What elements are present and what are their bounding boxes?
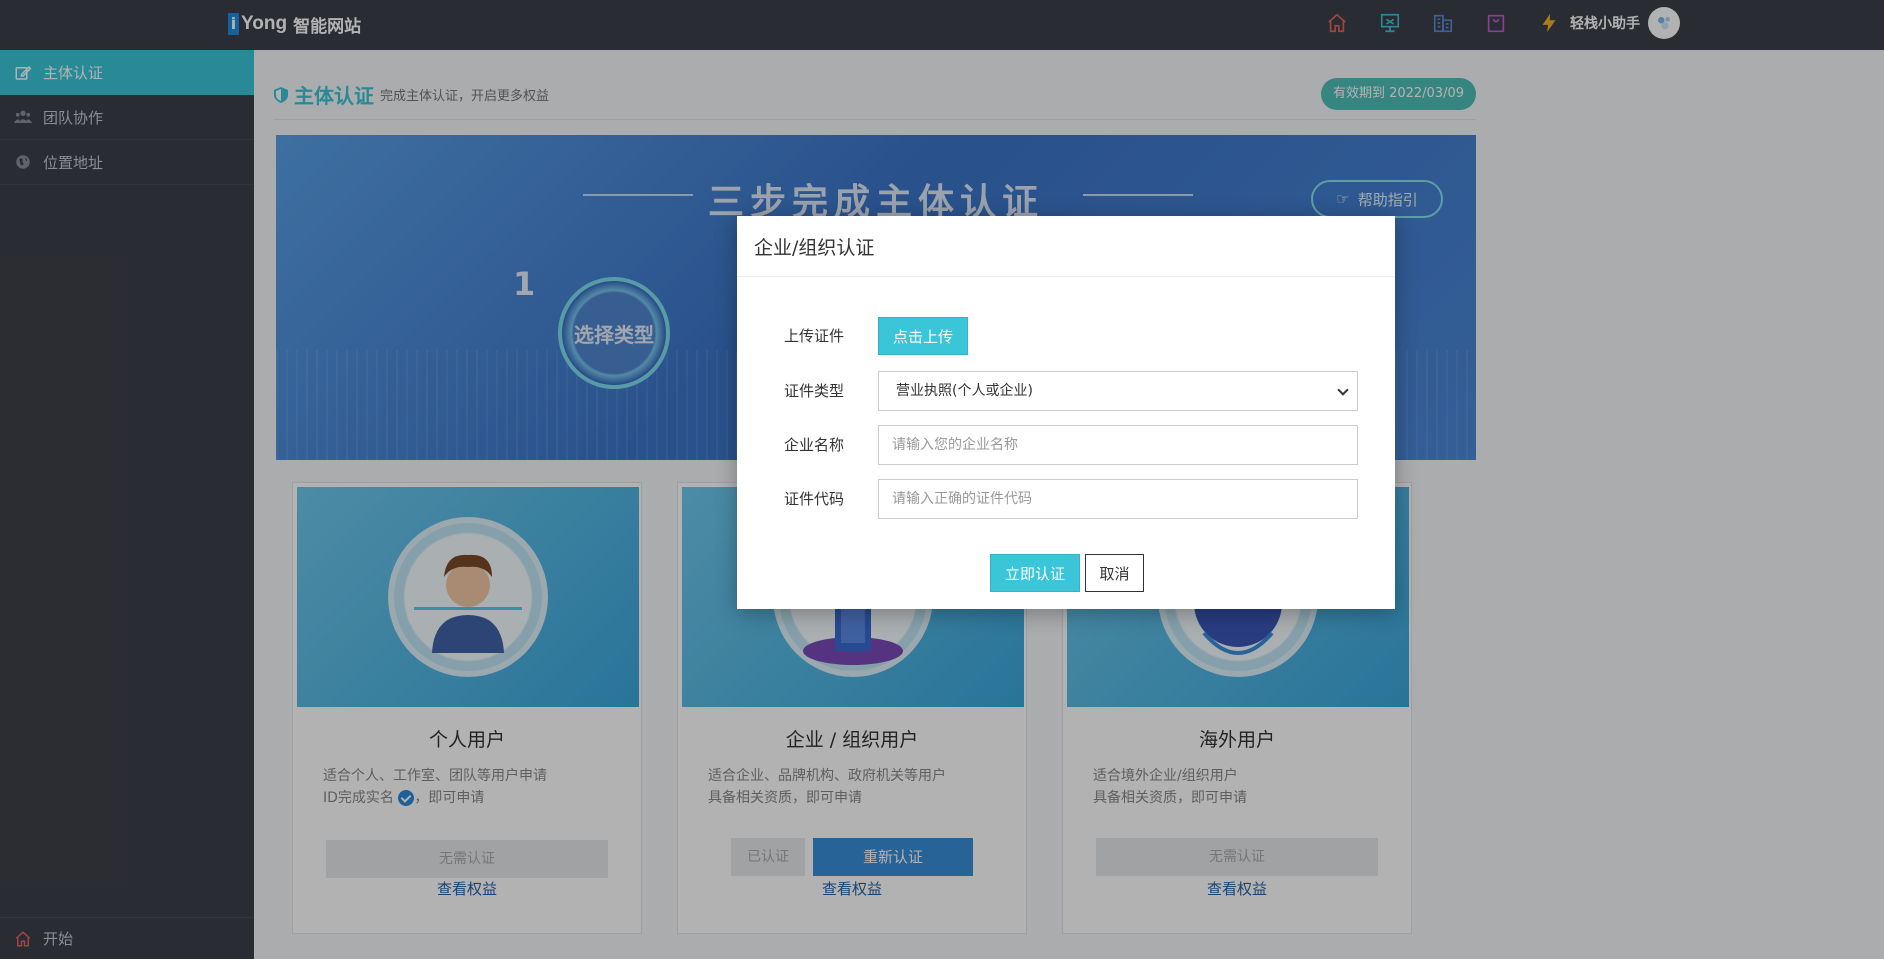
company-name-label: 企业名称 — [784, 436, 845, 454]
company-name-row: 企业名称 — [737, 425, 1395, 465]
upload-label: 上传证件 — [784, 327, 845, 345]
type-label: 证件类型 — [784, 382, 845, 400]
certificate-type-value: 营业执照(个人或企业) — [896, 383, 1033, 399]
modal-title: 企业/组织认证 — [737, 216, 1395, 277]
verify-now-button[interactable]: 立即认证 — [990, 554, 1080, 592]
type-row: 证件类型 营业执照(个人或企业) — [737, 371, 1395, 411]
upload-row: 上传证件 点击上传 — [737, 316, 1395, 356]
certificate-code-input[interactable] — [878, 479, 1358, 519]
certificate-type-select[interactable]: 营业执照(个人或企业) — [878, 371, 1358, 411]
chevron-down-icon — [1337, 384, 1349, 396]
cancel-button[interactable]: 取消 — [1085, 554, 1144, 592]
certificate-code-label: 证件代码 — [784, 490, 845, 508]
certificate-code-row: 证件代码 — [737, 479, 1395, 519]
upload-button[interactable]: 点击上传 — [878, 317, 968, 355]
company-name-input[interactable] — [878, 425, 1358, 465]
enterprise-verification-modal: 企业/组织认证 上传证件 点击上传 证件类型 营业执照(个人或企业) 企业名称 … — [737, 216, 1395, 609]
